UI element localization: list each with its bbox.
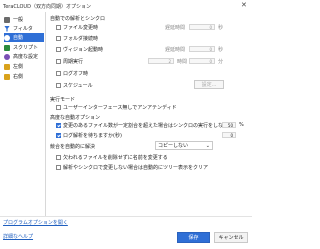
sidebar-item-general[interactable]: 一般: [4, 15, 44, 24]
threshold-percent-field[interactable]: 50: [222, 122, 236, 128]
chevron-down-icon: ⌄: [205, 143, 210, 149]
option-on-folder-connect[interactable]: フォルダ接続時: [56, 35, 98, 42]
sidebar-item-advanced[interactable]: 高度な設定: [4, 52, 44, 61]
checkbox[interactable]: [56, 133, 61, 138]
delay-label: 遅延時間: [165, 25, 186, 31]
gear-icon: [4, 53, 10, 60]
clock-icon: [4, 34, 10, 41]
program-options-link[interactable]: プログラムオプションを開く: [3, 219, 68, 226]
sidebar-item-label: 高度な設定: [13, 54, 39, 60]
footer-divider: [0, 216, 252, 217]
checkbox[interactable]: [56, 25, 61, 30]
schedule-settings-button[interactable]: 設定...: [194, 80, 224, 89]
options-sidebar: 一般 フィルタ 自動 スクリプト 高度な設定 左側 右側: [2, 12, 46, 216]
option-schedule[interactable]: スケジュール: [56, 82, 93, 89]
option-unattended[interactable]: ユーザーインターフェース無しでアンアテンディド: [56, 104, 177, 111]
conflict-label: 競合を自動的に解決: [50, 144, 96, 150]
option-rename-missing[interactable]: 欠われるファイルを削除せずに名前を変更する: [56, 154, 168, 161]
sidebar-item-label: スクリプト: [13, 45, 39, 51]
group-label-auto-parse: 自動での解析とシンクロ: [50, 16, 106, 22]
checkbox[interactable]: [56, 71, 61, 76]
filter-icon: [4, 25, 10, 32]
sidebar-item-left[interactable]: 左側: [4, 62, 44, 71]
option-on-logoff[interactable]: ログオフ時: [56, 70, 88, 77]
auto-settings-panel: 自動での解析とシンクロ ファイル変更時 遅延時間 0 秒 フォルダ接続時 ヴィジ…: [48, 13, 248, 217]
option-on-vision-start[interactable]: ヴィジョン起動時: [56, 46, 103, 53]
script-icon: [4, 44, 10, 51]
sidebar-item-label: 右側: [13, 74, 24, 80]
checkbox[interactable]: [56, 36, 61, 41]
option-clear-tree[interactable]: 解析やシンクロで変更しない場合は自動的にツリー表示をクリア: [56, 164, 208, 171]
checkbox[interactable]: [56, 83, 61, 88]
minutes-label: 分: [218, 59, 224, 65]
checkbox[interactable]: [56, 47, 61, 52]
group-label-exec-mode: 実行モード: [50, 97, 76, 103]
checkbox[interactable]: [56, 105, 61, 110]
log-wait-seconds-field[interactable]: 0: [222, 132, 236, 138]
sidebar-item-filter[interactable]: フィルタ: [4, 24, 44, 33]
group-label-advanced: 高度な自動オプション: [50, 115, 101, 121]
sidebar-item-script[interactable]: スクリプト: [4, 43, 44, 52]
sidebar-item-label: 左側: [13, 64, 24, 70]
folder-icon: [4, 73, 10, 80]
checkbox[interactable]: [56, 165, 61, 170]
checkbox[interactable]: [56, 155, 61, 160]
checkbox[interactable]: [56, 59, 61, 64]
interval-minutes-field[interactable]: 0: [189, 58, 215, 64]
conflict-resolution-select[interactable]: コピーしない ⌄: [155, 141, 213, 150]
option-on-file-change[interactable]: ファイル変更時: [56, 24, 98, 31]
delay-seconds-field[interactable]: 0: [189, 46, 215, 52]
save-button[interactable]: 保存: [177, 232, 210, 243]
sidebar-item-auto[interactable]: 自動: [4, 33, 44, 42]
percent-label: %: [239, 122, 244, 128]
sliders-icon: [4, 16, 10, 23]
folder-icon: [4, 63, 10, 70]
unit-label: 秒: [218, 25, 224, 31]
sidebar-item-label: フィルタ: [13, 26, 33, 32]
sidebar-item-label: 一般: [13, 17, 24, 23]
sidebar-item-label: 自動: [13, 35, 24, 41]
sidebar-item-right[interactable]: 右側: [4, 72, 44, 81]
unit-label: 秒: [218, 47, 224, 53]
selected-value: コピーしない: [158, 143, 189, 149]
option-log-wait[interactable]: ログ解析を待ちますか(秒): [56, 132, 122, 139]
help-link[interactable]: 詳細なヘルプ: [3, 233, 33, 240]
cancel-button[interactable]: キャンセル: [214, 232, 248, 243]
delay-seconds-field[interactable]: 0: [189, 24, 215, 30]
checkbox[interactable]: [56, 123, 61, 128]
close-icon[interactable]: ✕: [241, 1, 247, 9]
delay-label: 遅延時間: [165, 47, 186, 53]
option-periodic[interactable]: 周期実行: [56, 58, 83, 65]
hours-label: 時間: [177, 59, 188, 65]
option-change-threshold[interactable]: 変更のあるファイル数が一定割合を超えた場合はシンクロの実行をしない: [56, 122, 228, 129]
interval-hours-field[interactable]: 2: [148, 58, 174, 64]
window-title: TeraCLOUD（双方向同期）オプション: [3, 4, 91, 10]
